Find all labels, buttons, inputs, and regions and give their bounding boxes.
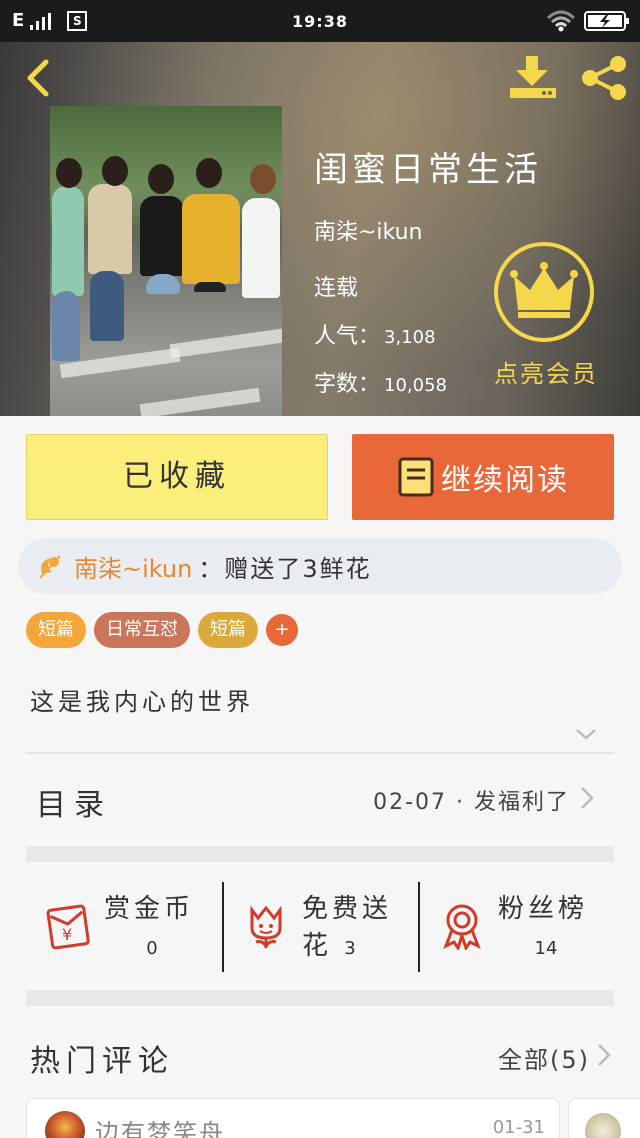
gift-text: ：赠送了3鲜花	[198, 554, 372, 583]
battery-icon	[584, 11, 629, 31]
status-bar: E S 19:38	[0, 0, 640, 42]
wifi-icon	[546, 10, 576, 32]
continue-reading-label: 继续阅读	[441, 463, 569, 498]
crown-icon	[510, 262, 578, 318]
clock: 19:38	[292, 12, 348, 31]
download-icon[interactable]	[506, 56, 560, 102]
tag[interactable]: 短篇	[26, 612, 86, 648]
fan-ranking-button[interactable]: 粉丝榜 14	[418, 882, 614, 972]
medal-icon	[443, 904, 481, 950]
words-value: 10,058	[384, 375, 447, 396]
book-icon	[398, 457, 434, 497]
table-of-contents-row[interactable]: 目录 02-07 · 发福利了	[26, 754, 614, 846]
chevron-right-icon[interactable]	[596, 1042, 612, 1068]
words-label: 字数：	[314, 372, 381, 397]
book-popularity: 人气： 3,108	[314, 318, 436, 350]
reward-coins-button[interactable]: ¥ 赏金币 0	[26, 862, 222, 990]
book-header: 闺蜜日常生活 南柒~ikun 连载 人气： 3,108 字数： 10,058 点亮会…	[0, 42, 640, 416]
continue-reading-button[interactable]: 继续阅读	[352, 434, 614, 520]
favorite-button[interactable]: 已收藏	[26, 434, 328, 520]
toc-title: 目录	[36, 788, 112, 823]
book-cover-image[interactable]	[50, 106, 282, 416]
red-envelope-icon: ¥	[46, 904, 90, 950]
book-word-count: 字数： 10,058	[314, 366, 447, 398]
book-detail-body: 已收藏 继续阅读 南柒~ikun ：赠送了3鲜花 短篇 日常互怼 短篇 + 这是…	[0, 416, 640, 1138]
tag-list: 短篇 日常互怼 短篇 +	[26, 612, 298, 648]
stat-value: 14	[534, 938, 558, 959]
free-flower-button[interactable]: 免费送花 3	[222, 882, 418, 972]
avatar	[585, 1113, 621, 1138]
gift-notice[interactable]: 南柒~ikun ：赠送了3鲜花	[18, 538, 622, 594]
book-intro: 这是我内心的世界	[30, 688, 254, 716]
comment-author: 边有梦笑舟	[95, 1119, 225, 1138]
book-status: 连载	[314, 276, 359, 301]
book-author[interactable]: 南柒~ikun	[314, 214, 423, 246]
add-tag-button[interactable]: +	[266, 614, 298, 646]
svg-text:¥: ¥	[62, 925, 72, 944]
tag[interactable]: 短篇	[198, 612, 258, 648]
section-separator	[26, 990, 614, 1006]
tag[interactable]: 日常互怼	[94, 612, 190, 648]
comment-date: 01-31	[492, 1117, 545, 1138]
toc-latest-chapter: 02-07 · 发福利了	[373, 790, 570, 815]
avatar	[45, 1111, 85, 1138]
stats-row: ¥ 赏金币 0 免费送花 3 粉丝榜 14	[26, 862, 614, 990]
vip-crown-button[interactable]	[494, 242, 594, 342]
share-icon[interactable]	[578, 52, 632, 104]
section-separator	[26, 846, 614, 862]
popularity-value: 3,108	[384, 327, 436, 348]
flower-gift-icon	[39, 555, 61, 579]
hot-comments-title: 热门评论	[30, 1044, 174, 1079]
book-title: 闺蜜日常生活	[314, 150, 542, 190]
chevron-right-icon	[581, 787, 594, 809]
popularity-label: 人气：	[314, 324, 381, 349]
gift-user: 南柒~ikun	[74, 554, 193, 583]
all-comments-link[interactable]: 全部(5)	[498, 1040, 590, 1075]
stat-value: 3	[344, 938, 356, 959]
chevron-down-icon[interactable]	[574, 722, 598, 746]
comment-card[interactable]	[568, 1098, 640, 1138]
comment-card[interactable]: 边有梦笑舟 01-31	[26, 1098, 560, 1138]
stat-label: 粉丝榜	[498, 894, 589, 924]
stat-label: 赏金币	[104, 894, 195, 924]
back-button[interactable]	[18, 56, 58, 100]
vip-label[interactable]: 点亮会员	[486, 354, 606, 389]
stat-value: 0	[146, 938, 158, 959]
flower-icon	[250, 905, 282, 949]
